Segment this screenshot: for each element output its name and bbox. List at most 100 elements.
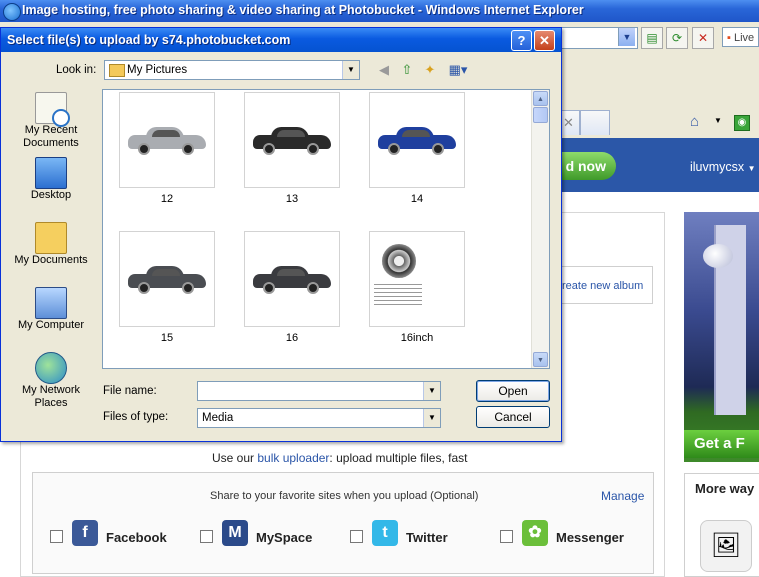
view-menu-icon[interactable]: ▦▾ [447, 62, 469, 78]
dialog-title-bar[interactable]: Select file(s) to upload by s74.photobuc… [1, 28, 561, 52]
browser-title: Image hosting, free photo sharing & vide… [22, 3, 584, 17]
username: iluvmycsx [690, 160, 745, 174]
wheel-rim-image [382, 244, 416, 278]
files-of-type-select[interactable]: Media ▼ [197, 408, 441, 428]
car-image [128, 127, 206, 155]
create-album-link[interactable]: reate new album [562, 280, 643, 292]
document-text-image [374, 284, 422, 306]
chevron-down-icon[interactable]: ▼ [342, 61, 359, 79]
open-button[interactable]: Open [476, 380, 550, 402]
file-name[interactable]: 16inch [369, 332, 465, 344]
bulk-uploader-line: Use our bulk uploader: upload multiple f… [212, 451, 468, 465]
file-name-label: File name: [103, 385, 157, 397]
back-icon[interactable]: ◀ [376, 62, 392, 78]
place-label: My Documents [14, 254, 88, 266]
stop-icon[interactable]: ✕ [692, 27, 714, 49]
myspace-label: MySpace [256, 530, 313, 545]
username-menu[interactable]: iluvmycsx ▼ [690, 160, 756, 174]
file-thumbnail[interactable] [369, 231, 465, 327]
compatibility-view-icon[interactable]: ▤ [641, 27, 663, 49]
ad-ball-graphic [703, 244, 733, 268]
file-name[interactable]: 15 [119, 332, 215, 344]
photo-share-icon[interactable]: 🖼 [700, 520, 752, 572]
tab-close-icon[interactable]: ✕ [563, 115, 574, 131]
car-image [253, 266, 331, 294]
facebook-icon: f [72, 520, 98, 546]
close-button[interactable]: ✕ [534, 30, 555, 51]
place-my-network-places[interactable]: My Network Places [8, 352, 94, 410]
myspace-checkbox[interactable] [200, 530, 213, 543]
car-image [128, 266, 206, 294]
twitter-icon: t [372, 520, 398, 546]
recent-documents-icon [35, 92, 70, 127]
file-name-input[interactable]: ▼ [197, 381, 441, 401]
home-dropdown-icon[interactable]: ▼ [714, 116, 722, 125]
look-in-label: Look in: [56, 64, 97, 76]
cancel-button[interactable]: Cancel [476, 406, 550, 428]
facebook-checkbox[interactable] [50, 530, 63, 543]
up-folder-icon[interactable]: ⇧ [399, 62, 415, 78]
scroll-down-icon[interactable]: ▼ [533, 352, 548, 367]
place-label: My Network Places [21, 384, 81, 409]
new-folder-icon[interactable]: ✦ [422, 62, 438, 78]
chevron-down-icon[interactable]: ▼ [423, 409, 440, 427]
search-box[interactable]: ▪ Live [722, 27, 759, 47]
my-documents-icon [35, 222, 67, 254]
place-my-documents[interactable]: My Documents [8, 222, 94, 267]
place-label: My Recent Documents [23, 124, 79, 149]
bulk-uploader-link[interactable]: bulk uploader [257, 451, 329, 465]
scroll-thumb[interactable] [533, 107, 548, 123]
myspace-icon: M [222, 520, 248, 546]
dialog-title: Select file(s) to upload by s74.photobuc… [7, 33, 291, 47]
place-label: Desktop [30, 189, 72, 201]
place-my-computer[interactable]: My Computer [8, 287, 94, 332]
network-places-icon [35, 352, 67, 384]
manage-link[interactable]: Manage [601, 489, 644, 503]
file-thumbnail[interactable] [119, 92, 215, 188]
vertical-scrollbar[interactable]: ▲ ▼ [531, 90, 549, 368]
bulk-suffix: : upload multiple files, fast [329, 451, 468, 465]
car-image [378, 127, 456, 155]
ad-cta-button[interactable]: Get a F [684, 430, 759, 458]
car-image [253, 127, 331, 155]
internet-explorer-icon [3, 3, 21, 21]
feeds-icon[interactable]: ◉ [734, 115, 750, 131]
file-thumbnail[interactable] [369, 92, 465, 188]
file-name[interactable]: 12 [119, 193, 215, 205]
more-ways-title: More way [695, 481, 755, 496]
files-of-type-label: Files of type: [103, 411, 169, 423]
messenger-label: Messenger [556, 530, 624, 545]
folder-icon [109, 64, 125, 77]
browser-title-bar: Image hosting, free photo sharing & vide… [0, 0, 759, 22]
scroll-up-icon[interactable]: ▲ [533, 91, 548, 106]
file-thumbnail[interactable] [244, 231, 340, 327]
look-in-select[interactable]: My Pictures ▼ [104, 60, 360, 80]
place-desktop[interactable]: Desktop [8, 157, 94, 202]
place-my-recent-documents[interactable]: My Recent Documents [8, 92, 94, 150]
windows-flag-icon: ▪ [727, 32, 731, 44]
file-name[interactable]: 16 [244, 332, 340, 344]
desktop-icon [35, 157, 67, 189]
new-tab[interactable] [580, 110, 610, 135]
messenger-checkbox[interactable] [500, 530, 513, 543]
place-label: My Computer [17, 319, 85, 331]
home-icon[interactable]: ⌂ [690, 113, 699, 130]
share-box [32, 472, 654, 574]
share-description: Share to your favorite sites when you up… [210, 490, 479, 502]
file-name[interactable]: 13 [244, 193, 340, 205]
look-in-value: My Pictures [127, 64, 188, 76]
facebook-label: Facebook [106, 530, 167, 545]
bulk-prefix: Use our [212, 451, 258, 465]
file-thumbnail[interactable] [119, 231, 215, 327]
refresh-icon[interactable]: ⟳ [666, 27, 688, 49]
help-button[interactable]: ? [511, 30, 532, 51]
file-name[interactable]: 14 [369, 193, 465, 205]
files-of-type-value: Media [202, 412, 234, 424]
my-computer-icon [35, 287, 67, 319]
chevron-down-icon: ▼ [747, 164, 756, 173]
messenger-icon: ✿ [522, 520, 548, 546]
file-thumbnail[interactable] [244, 92, 340, 188]
chevron-down-icon[interactable]: ▼ [423, 382, 440, 400]
address-dropdown-icon[interactable]: ▼ [618, 28, 635, 46]
twitter-checkbox[interactable] [350, 530, 363, 543]
